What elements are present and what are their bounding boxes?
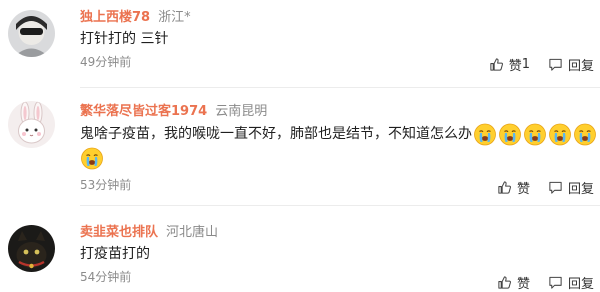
like-count: 1 — [521, 56, 530, 72]
divider — [80, 205, 600, 206]
like-label: 赞 — [508, 58, 522, 74]
reply-icon — [549, 181, 562, 194]
avatar[interactable] — [8, 101, 55, 148]
like-button[interactable]: 赞 — [497, 273, 530, 292]
comment-text: 打疫苗打的 — [80, 246, 150, 262]
crying-emoji-icon — [498, 122, 522, 146]
like-label: 赞 — [516, 181, 530, 197]
comment-item: 独上西楼78 浙江* 打针打的 三针 49分钟前 赞1 回复 — [0, 0, 600, 95]
timestamp: 49分钟前 — [80, 55, 132, 69]
avatar[interactable] — [8, 225, 55, 272]
crying-emoji-icon — [523, 122, 547, 146]
comment-header: 独上西楼78 浙江* — [80, 6, 191, 26]
like-label: 赞 — [516, 276, 530, 292]
avatar[interactable] — [8, 10, 55, 57]
reply-label: 回复 — [567, 58, 594, 74]
crying-emoji-icon — [80, 146, 104, 170]
comment-actions: 赞1 回复 — [489, 54, 594, 74]
reply-label: 回复 — [567, 181, 594, 197]
like-button[interactable]: 赞1 — [489, 55, 530, 74]
comment-text-line-2 — [80, 146, 104, 170]
reply-icon — [549, 276, 562, 289]
crying-emoji-icon — [473, 122, 497, 146]
comment-text: 打针打的 三针 — [80, 31, 169, 47]
crying-emoji-icon — [548, 122, 572, 146]
comment-header: 卖韭菜也排队 河北唐山 — [80, 221, 218, 241]
username-link[interactable]: 繁华落尽皆过客1974 — [80, 104, 207, 119]
comment-text: 鬼啥子疫苗，我的喉咙一直不好，肺部也是结节，不知道怎么办 — [80, 122, 597, 146]
thumbs-up-icon — [498, 180, 511, 194]
timestamp: 53分钟前 — [80, 178, 132, 192]
comment-item: 繁华落尽皆过客1974 云南昆明 鬼啥子疫苗，我的喉咙一直不好，肺部也是结节，不知… — [0, 95, 600, 206]
timestamp: 54分钟前 — [80, 270, 132, 284]
username-link[interactable]: 卖韭菜也排队 — [80, 225, 158, 240]
like-button[interactable]: 赞 — [497, 178, 530, 197]
comment-actions: 赞 回复 — [497, 272, 594, 292]
comment-actions: 赞 回复 — [497, 177, 594, 197]
comment-header: 繁华落尽皆过客1974 云南昆明 — [80, 100, 267, 120]
crying-emoji-icon — [573, 122, 597, 146]
comment-item: 卖韭菜也排队 河北唐山 打疫苗打的 54分钟前 赞 回复 — [0, 215, 600, 292]
thumbs-up-icon — [498, 275, 511, 289]
divider — [80, 87, 600, 88]
comment-text-content: 鬼啥子疫苗，我的喉咙一直不好，肺部也是结节，不知道怎么办 — [80, 126, 472, 142]
reply-button[interactable]: 回复 — [548, 55, 594, 74]
reply-icon — [549, 58, 562, 71]
reply-button[interactable]: 回复 — [548, 178, 594, 197]
reply-label: 回复 — [567, 276, 594, 292]
location-label: 浙江* — [158, 10, 191, 25]
location-label: 云南昆明 — [215, 104, 268, 119]
reply-button[interactable]: 回复 — [548, 273, 594, 292]
location-label: 河北唐山 — [166, 225, 219, 240]
username-link[interactable]: 独上西楼78 — [80, 10, 150, 25]
thumbs-up-icon — [490, 57, 503, 71]
